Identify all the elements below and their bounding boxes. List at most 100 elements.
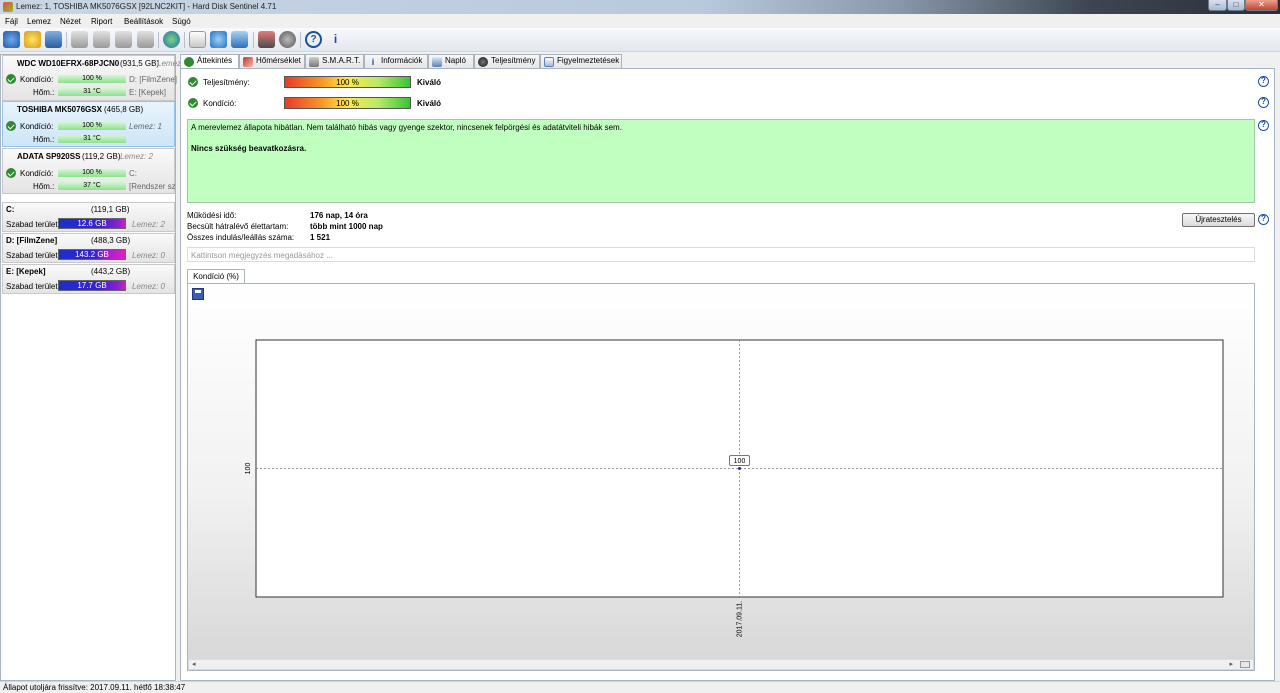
disk-item-selected[interactable]: TOSHIBA MK5076GSX (465,8 GB) Kondíció: 1… [2,101,175,147]
disk-item[interactable]: WDC WD10EFRX-68PJCN0 (931,5 GB) Lemez: 0… [2,55,190,101]
smart-icon [309,57,319,67]
menu-view[interactable]: Nézet [60,17,81,26]
toolbar-separator [300,32,301,48]
temperature-bar: 31 °C [58,88,126,96]
tab-alerts[interactable]: Figyelmeztetések [540,54,622,68]
uptime-label: Működési idő: [187,211,237,220]
free-space-label: Szabad terület [6,251,58,260]
scroll-right-icon[interactable]: ▸ [1229,660,1233,668]
help-icon[interactable]: ? [1258,76,1269,87]
condition-bar: 100 % [284,97,411,109]
disk-size: (931,5 GB) [120,59,160,68]
ok-check-icon [6,121,16,131]
menu-report[interactable]: Riport [91,17,112,26]
toolbar: ? i [0,28,1280,52]
condition-label: Kondíció: [20,75,54,84]
probe-icon-2[interactable] [93,31,110,48]
toolbar-separator [253,32,254,48]
volume-item[interactable]: E: [Kepek] (443,2 GB) Szabad terület 17.… [2,264,175,294]
info-icon[interactable]: i [327,31,344,48]
window-title: Lemez: 1, TOSHIBA MK5076GSX [92LNC2KIT] … [16,2,277,11]
close-button[interactable]: ✕ [1245,0,1278,11]
volume-item[interactable]: D: [FilmZene] (488,3 GB) Szabad terület … [2,233,175,263]
probe-icon-3[interactable] [115,31,132,48]
toolbar-separator [66,32,67,48]
help-icon[interactable]: ? [305,31,322,48]
condition-bar: 100 % [58,169,126,177]
free-space-bar: 143.2 GB [58,249,126,260]
probe-icon-4[interactable] [137,31,154,48]
volume-disk-number: Lemez: 2 [132,220,165,229]
tab-label: Napló [445,56,466,65]
tab-label: Információk [381,56,423,65]
free-space-bar: 17.7 GB [58,280,126,291]
refresh-icon[interactable] [3,31,20,48]
log-icon [432,57,442,67]
disk-volumes-2: E: [Kepek] [129,88,166,97]
ok-check-icon [188,98,198,108]
lifetime-label: Becsült hátralévő élettartam: [187,222,289,231]
sync-icon[interactable] [210,31,227,48]
help-icon[interactable]: ? [1258,97,1269,108]
globe-icon[interactable] [163,31,180,48]
horizontal-scrollbar[interactable]: ◂ ▸ [189,659,1253,669]
disk-volumes-2: [Rendszer sza [129,182,175,191]
gear-icon[interactable] [279,31,296,48]
volume-item[interactable]: C: (119,1 GB) Szabad terület 12.6 GB Lem… [2,202,175,232]
menu-file[interactable]: Fájl [5,17,18,26]
temperature-label: Hőm.: [33,135,55,144]
start-stop-label: Összes indulás/leállás száma: [187,233,295,242]
title-bar: Lemez: 1, TOSHIBA MK5076GSX [92LNC2KIT] … [0,0,1280,14]
tab-performance[interactable]: Teljesítmény [474,54,540,68]
scroll-corner-icon[interactable] [1240,661,1250,668]
tab-condition-chart[interactable]: Kondíció (%) [187,269,245,283]
condition-chart: 100 2017.09.11. 100 [245,339,1224,637]
probe-icon[interactable] [71,31,88,48]
volume-size: (443,2 GB) [91,267,131,276]
tab-log[interactable]: Napló [428,54,474,68]
toolbar-separator [184,32,185,48]
menu-disk[interactable]: Lemez [27,17,51,26]
minimize-button[interactable]: – [1208,0,1227,11]
network-icon[interactable] [231,31,248,48]
menu-settings[interactable]: Beállítások [124,17,163,26]
status-message-box[interactable]: A merevlemez állapota hibátlan. Nem talá… [187,119,1255,203]
retest-button[interactable]: Újratesztelés [1182,213,1255,227]
tab-label: S.M.A.R.T. [322,56,361,65]
help-icon[interactable]: ? [1258,120,1269,131]
performance-rating: Kiváló [417,78,442,87]
condition-label: Kondíció: [20,169,54,178]
disk-icon[interactable] [45,31,62,48]
start-stop-value: 1 521 [310,233,331,242]
performance-label: Teljesítmény: [203,78,250,87]
help-icon[interactable]: ? [1258,214,1269,225]
temperature-bar: 37 °C [58,182,126,190]
maximize-button[interactable]: □ [1227,0,1245,11]
status-bar: Állapot utoljára frissítve: 2017.09.11. … [0,681,1280,693]
lifetime-value: több mint 1000 nap [310,222,383,231]
tab-smart[interactable]: S.M.A.R.T. [305,54,364,68]
disk-name: ADATA SP920SS [17,152,81,161]
condition-chart-area: 100 2017.09.11. 100 ◂ ▸ [187,283,1255,671]
free-space-value: 12.6 GB [77,219,107,228]
free-space-bar: 12.6 GB [58,218,126,229]
main-tabs: Áttekintés Hőmérséklet S.M.A.R.T. i Info… [180,54,1280,69]
status-message: A merevlemez állapota hibátlan. Nem talá… [191,123,622,132]
note-input[interactable]: Kattintson megjegyzés megadásához ... [187,247,1255,262]
condition-rating: Kiváló [417,99,442,108]
document-icon[interactable] [189,31,206,48]
menu-help[interactable]: Súgó [172,17,191,26]
tab-overview[interactable]: Áttekintés [180,54,239,69]
volume-name: D: [FilmZene] [6,236,58,245]
tab-information[interactable]: i Információk [364,54,428,68]
disk-item[interactable]: ADATA SP920SS (119,2 GB) Lemez: 2 Kondíc… [2,148,175,194]
scroll-left-icon[interactable]: ◂ [192,660,196,668]
disk-size: (465,8 GB) [104,105,144,114]
disk-name: TOSHIBA MK5076GSX [17,105,102,114]
free-space-label: Szabad terület [6,282,58,291]
report-icon[interactable] [258,31,275,48]
volume-name: E: [Kepek] [6,267,46,276]
warning-icon[interactable] [24,31,41,48]
tab-temperature[interactable]: Hőmérséklet [239,54,305,68]
disk-volumes: D: [FilmZene] [129,75,178,84]
